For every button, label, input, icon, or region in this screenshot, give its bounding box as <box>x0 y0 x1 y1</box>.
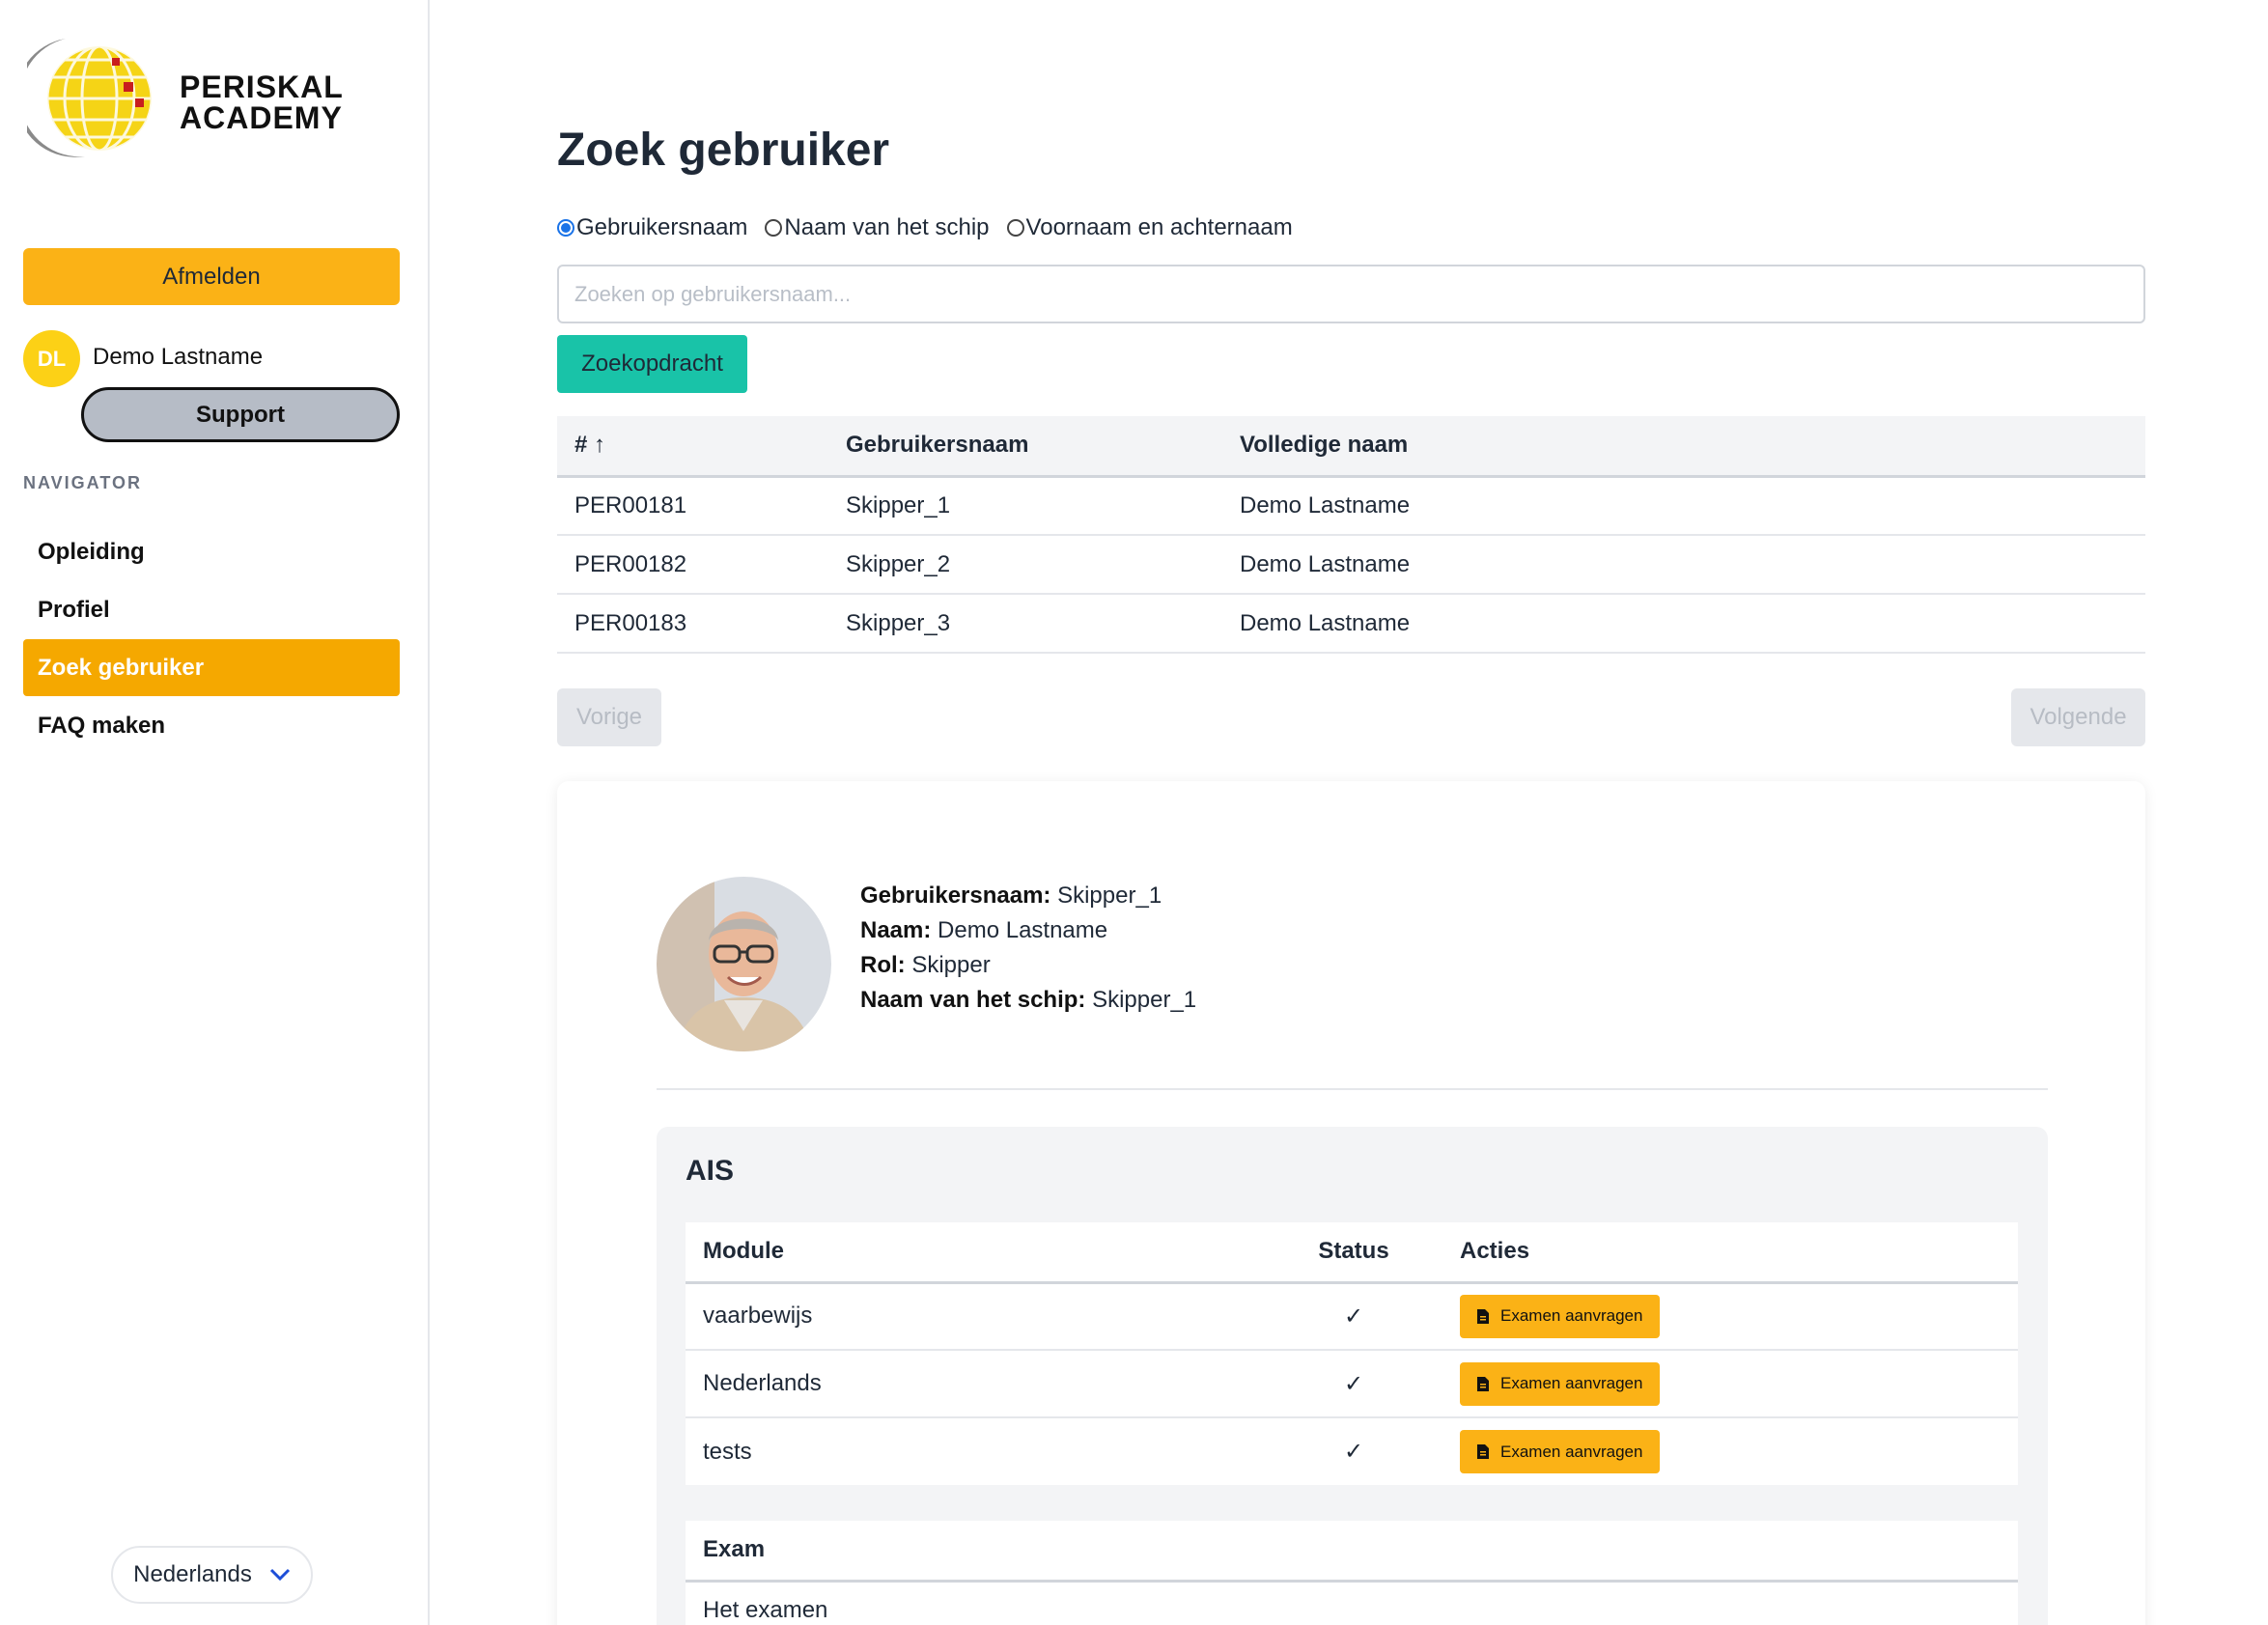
column-header-module: Module <box>686 1222 1265 1284</box>
request-exam-button[interactable]: Examen aanvragen <box>1460 1294 1661 1338</box>
cell-exam: Het examen <box>703 1596 828 1623</box>
check-icon: ✓ <box>1265 1417 1442 1485</box>
radio-label: Gebruikersnaam <box>576 214 748 240</box>
cell-module: Nederlands <box>686 1350 1265 1418</box>
table-row[interactable]: PER00181 Skipper_1 Demo Lastname <box>557 476 2145 536</box>
request-exam-button[interactable]: Examen aanvragen <box>1460 1430 1661 1473</box>
results-table: # ↑ Gebruikersnaam Volledige naam PER001… <box>557 416 2145 654</box>
cell-module: tests <box>686 1417 1265 1485</box>
document-icon <box>1477 1308 1489 1324</box>
globe-logo-icon <box>27 39 154 157</box>
request-exam-label: Examen aanvragen <box>1500 1306 1643 1326</box>
cell-actions: Examen aanvragen <box>1442 1282 2018 1351</box>
check-icon: ✓ <box>1265 1282 1442 1351</box>
radio-unchecked-icon[interactable] <box>765 219 783 237</box>
column-header-acties: Acties <box>1442 1222 2018 1284</box>
user-avatar[interactable]: DL <box>23 330 80 387</box>
cell-actions: Examen aanvragen <box>1442 1417 2018 1485</box>
logout-button[interactable]: Afmelden <box>23 248 400 305</box>
search-mode-radio-group: Gebruikersnaam Naam van het schip Voorna… <box>557 214 1310 241</box>
column-header-id-sort[interactable]: # ↑ <box>557 416 828 478</box>
request-exam-label: Examen aanvragen <box>1500 1374 1643 1392</box>
next-page-button[interactable]: Volgende <box>2011 688 2145 746</box>
info-role: Rol: Skipper <box>860 952 991 978</box>
table-row: vaarbewijs ✓ Examen aanvragen <box>686 1282 2018 1351</box>
nav-item-zoek-gebruiker[interactable]: Zoek gebruiker <box>23 639 400 696</box>
user-name: Demo Lastname <box>93 344 264 370</box>
request-exam-button[interactable]: Examen aanvragen <box>1460 1361 1661 1406</box>
table-row: tests ✓ Examen aanvragen <box>686 1417 2018 1485</box>
table-row[interactable]: PER00183 Skipper_3 Demo Lastname <box>557 594 2145 654</box>
radio-voornaam-en-achternaam[interactable]: Voornaam en achternaam <box>1006 214 1293 241</box>
language-select[interactable]: Nederlands <box>111 1546 313 1604</box>
cell-username: Skipper_2 <box>828 535 1222 595</box>
info-name: Naam: Demo Lastname <box>860 917 1108 943</box>
cell-username: Skipper_1 <box>828 476 1222 536</box>
chevron-down-icon <box>269 1568 290 1582</box>
info-ship: Naam van het schip: Skipper_1 <box>860 987 1197 1013</box>
check-icon: ✓ <box>1265 1350 1442 1418</box>
user-info: Gebruikersnaam: Skipper_1 Naam: Demo Las… <box>860 879 1196 1018</box>
periskal-academy-logo[interactable]: PERISKAL ACADEMY <box>27 29 375 159</box>
modules-table: Module Status Acties vaarbewijs ✓ Examen… <box>686 1222 2018 1485</box>
cell-id: PER00182 <box>557 535 828 595</box>
cell-username: Skipper_3 <box>828 594 1222 654</box>
radio-checked-icon[interactable] <box>557 219 574 237</box>
radio-gebruikersnaam[interactable]: Gebruikersnaam <box>557 214 747 241</box>
ais-title: AIS <box>686 1155 735 1187</box>
page-title: Zoek gebruiker <box>557 125 890 176</box>
table-row[interactable]: PER00182 Skipper_2 Demo Lastname <box>557 535 2145 595</box>
table-header-row: # ↑ Gebruikersnaam Volledige naam <box>557 416 2145 478</box>
cell-fullname: Demo Lastname <box>1222 594 2145 654</box>
radio-unchecked-icon[interactable] <box>1006 219 1024 237</box>
table-row: Het examen <box>686 1581 2018 1625</box>
person-portrait-icon <box>657 877 831 1051</box>
nav-item-faq-maken[interactable]: FAQ maken <box>23 697 400 754</box>
divider <box>657 1088 2048 1090</box>
cell-actions: Examen aanvragen <box>1442 1350 2018 1418</box>
profile-photo <box>657 877 831 1051</box>
document-icon <box>1477 1444 1489 1459</box>
cell-module: vaarbewijs <box>686 1282 1265 1351</box>
support-button[interactable]: Support <box>81 387 400 442</box>
cell-fullname: Demo Lastname <box>1222 476 2145 536</box>
table-header-row: Exam <box>686 1521 2018 1583</box>
language-label: Nederlands <box>133 1561 252 1587</box>
nav-item-opleiding[interactable]: Opleiding <box>23 523 400 580</box>
search-button[interactable]: Zoekopdracht <box>557 335 747 393</box>
radio-naam-van-het-schip[interactable]: Naam van het schip <box>765 214 990 241</box>
document-icon <box>1477 1376 1489 1391</box>
exam-table: Exam Het examen <box>686 1521 2018 1625</box>
sidebar: PERISKAL ACADEMY Afmelden DL Demo Lastna… <box>0 0 430 1625</box>
cell-fullname: Demo Lastname <box>1222 535 2145 595</box>
column-header-exam: Exam <box>686 1521 2018 1583</box>
radio-label: Naam van het schip <box>784 214 990 240</box>
request-exam-label: Examen aanvragen <box>1500 1442 1643 1461</box>
info-username: Gebruikersnaam: Skipper_1 <box>860 883 1162 909</box>
navigator-heading: NAVIGATOR <box>23 473 143 492</box>
column-header-gebruikersnaam[interactable]: Gebruikersnaam <box>828 416 1222 478</box>
brand-line-2: ACADEMY <box>180 100 343 135</box>
previous-page-button[interactable]: Vorige <box>557 688 661 746</box>
brand-name: PERISKAL ACADEMY <box>180 71 344 133</box>
search-input[interactable] <box>557 265 2145 323</box>
brand-line-1: PERISKAL <box>180 70 344 104</box>
column-header-volledige-naam[interactable]: Volledige naam <box>1222 416 2145 478</box>
cell-id: PER00181 <box>557 476 828 536</box>
radio-label: Voornaam en achternaam <box>1025 214 1293 240</box>
column-header-status: Status <box>1265 1222 1442 1284</box>
table-row: Nederlands ✓ Examen aanvragen <box>686 1350 2018 1418</box>
table-header-row: Module Status Acties <box>686 1222 2018 1284</box>
cell-id: PER00183 <box>557 594 828 654</box>
nav-item-profiel[interactable]: Profiel <box>23 581 400 638</box>
